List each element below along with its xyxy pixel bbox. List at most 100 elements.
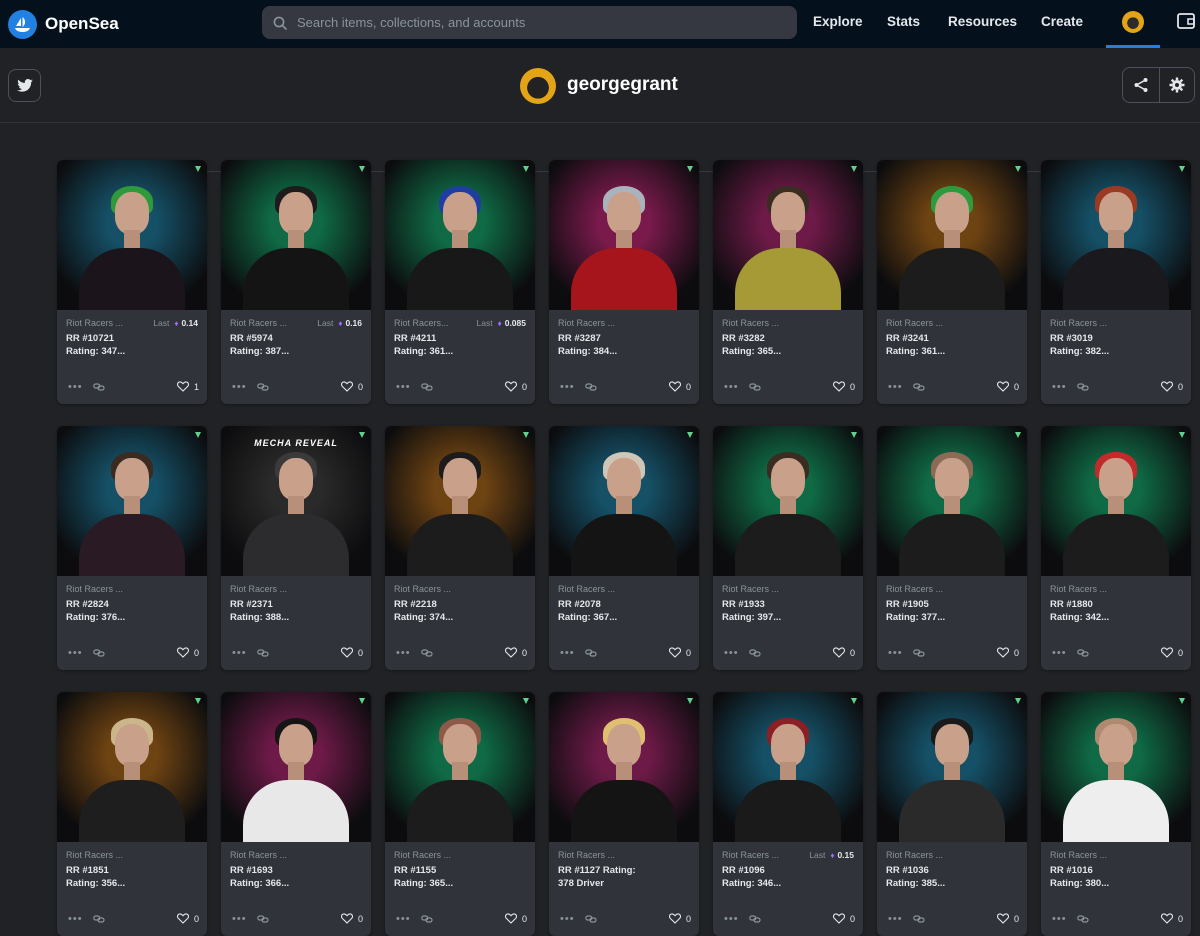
- favorite-button[interactable]: 0: [340, 913, 363, 924]
- favorite-button[interactable]: 0: [668, 381, 691, 392]
- favorite-button[interactable]: 0: [1160, 913, 1183, 924]
- nft-card[interactable]: Riot Racers ... RR #1036 Rating: 385... …: [877, 692, 1027, 936]
- wallet-icon[interactable]: [1176, 11, 1196, 31]
- nft-image[interactable]: [549, 692, 699, 842]
- favorite-button[interactable]: 0: [832, 647, 855, 658]
- nft-image[interactable]: [713, 426, 863, 576]
- more-options-icon[interactable]: •••: [68, 647, 83, 659]
- collection-name[interactable]: Riot Racers ...: [558, 584, 690, 596]
- link-icon[interactable]: [420, 648, 433, 658]
- collection-name[interactable]: Riot Racers ...: [886, 584, 1018, 596]
- link-icon[interactable]: [1076, 648, 1089, 658]
- collection-name[interactable]: Riot Racers ...: [1050, 584, 1182, 596]
- favorite-button[interactable]: 1: [176, 381, 199, 392]
- opensea-logo[interactable]: OpenSea: [8, 9, 119, 39]
- nft-image[interactable]: [1041, 692, 1191, 842]
- nft-card[interactable]: Riot Racers ... RR #2218 Rating: 374... …: [385, 426, 535, 670]
- nft-card[interactable]: Riot Racers ... RR #3282 Rating: 365... …: [713, 160, 863, 404]
- nft-card[interactable]: Riot Racers ... RR #1693 Rating: 366... …: [221, 692, 371, 936]
- more-options-icon[interactable]: •••: [1052, 381, 1067, 393]
- twitter-button[interactable]: [8, 69, 41, 102]
- collection-name[interactable]: Riot Racers ...: [66, 850, 198, 862]
- nav-create[interactable]: Create: [1041, 14, 1083, 29]
- link-icon[interactable]: [748, 382, 761, 392]
- link-icon[interactable]: [92, 648, 105, 658]
- collection-name[interactable]: Riot Racers ...: [722, 318, 854, 330]
- favorite-button[interactable]: 0: [340, 381, 363, 392]
- nft-card[interactable]: Riot Racers ... RR #1851 Rating: 356... …: [57, 692, 207, 936]
- more-options-icon[interactable]: •••: [1052, 647, 1067, 659]
- more-options-icon[interactable]: •••: [888, 913, 903, 925]
- more-options-icon[interactable]: •••: [888, 647, 903, 659]
- nft-card[interactable]: Riot Racers ... RR #1096 Rating: 346... …: [713, 692, 863, 936]
- link-icon[interactable]: [92, 382, 105, 392]
- share-button[interactable]: [1123, 68, 1159, 102]
- account-avatar[interactable]: [1122, 11, 1144, 33]
- collection-name[interactable]: Riot Racers ...: [230, 584, 362, 596]
- nft-image[interactable]: [57, 692, 207, 842]
- more-options-icon[interactable]: •••: [396, 647, 411, 659]
- link-icon[interactable]: [912, 648, 925, 658]
- favorite-button[interactable]: 0: [668, 647, 691, 658]
- link-icon[interactable]: [256, 648, 269, 658]
- more-options-icon[interactable]: •••: [232, 381, 247, 393]
- more-options-icon[interactable]: •••: [396, 381, 411, 393]
- nft-image[interactable]: [221, 692, 371, 842]
- nft-image[interactable]: [385, 692, 535, 842]
- nft-card[interactable]: Riot Racers ... RR #10721 Rating: 347...…: [57, 160, 207, 404]
- nav-resources[interactable]: Resources: [948, 14, 1017, 29]
- favorite-button[interactable]: 0: [832, 913, 855, 924]
- more-options-icon[interactable]: •••: [232, 913, 247, 925]
- more-options-icon[interactable]: •••: [560, 647, 575, 659]
- more-options-icon[interactable]: •••: [724, 381, 739, 393]
- nft-image[interactable]: [549, 426, 699, 576]
- favorite-button[interactable]: 0: [1160, 647, 1183, 658]
- collection-name[interactable]: Riot Racers ...: [394, 850, 526, 862]
- more-options-icon[interactable]: •••: [396, 913, 411, 925]
- more-options-icon[interactable]: •••: [1052, 913, 1067, 925]
- nft-image[interactable]: [221, 160, 371, 310]
- nft-image[interactable]: [877, 692, 1027, 842]
- favorite-button[interactable]: 0: [176, 913, 199, 924]
- collection-name[interactable]: Riot Racers ...: [886, 850, 1018, 862]
- favorite-button[interactable]: 0: [996, 647, 1019, 658]
- nft-card[interactable]: Riot Racers ... RR #5974 Rating: 387... …: [221, 160, 371, 404]
- link-icon[interactable]: [748, 648, 761, 658]
- favorite-button[interactable]: 0: [996, 381, 1019, 392]
- link-icon[interactable]: [748, 914, 761, 924]
- search-bar[interactable]: [262, 6, 797, 39]
- favorite-button[interactable]: 0: [832, 381, 855, 392]
- link-icon[interactable]: [912, 382, 925, 392]
- nft-image[interactable]: MECHA REVEAL: [221, 426, 371, 576]
- more-options-icon[interactable]: •••: [560, 913, 575, 925]
- nft-card[interactable]: Riot Racers... RR #4211 Rating: 361... L…: [385, 160, 535, 404]
- nav-stats[interactable]: Stats: [887, 14, 920, 29]
- link-icon[interactable]: [584, 382, 597, 392]
- collection-name[interactable]: Riot Racers ...: [66, 584, 198, 596]
- nft-card[interactable]: Riot Racers ... RR #1905 Rating: 377... …: [877, 426, 1027, 670]
- link-icon[interactable]: [420, 382, 433, 392]
- nft-card[interactable]: MECHA REVEAL Riot Racers ... RR #2371 Ra…: [221, 426, 371, 670]
- favorite-button[interactable]: 0: [668, 913, 691, 924]
- nft-card[interactable]: Riot Racers ... RR #1155 Rating: 365... …: [385, 692, 535, 936]
- link-icon[interactable]: [584, 914, 597, 924]
- nft-image[interactable]: [1041, 426, 1191, 576]
- collection-name[interactable]: Riot Racers ...: [1050, 850, 1182, 862]
- nft-card[interactable]: Riot Racers ... RR #1016 Rating: 380... …: [1041, 692, 1191, 936]
- nft-image[interactable]: [385, 426, 535, 576]
- favorite-button[interactable]: 0: [996, 913, 1019, 924]
- more-options-icon[interactable]: •••: [232, 647, 247, 659]
- nft-image[interactable]: [877, 426, 1027, 576]
- collection-name[interactable]: Riot Racers ...: [394, 584, 526, 596]
- more-options-icon[interactable]: •••: [68, 913, 83, 925]
- link-icon[interactable]: [256, 382, 269, 392]
- favorite-button[interactable]: 0: [504, 381, 527, 392]
- nft-card[interactable]: Riot Racers ... RR #3241 Rating: 361... …: [877, 160, 1027, 404]
- link-icon[interactable]: [92, 914, 105, 924]
- more-options-icon[interactable]: •••: [68, 381, 83, 393]
- link-icon[interactable]: [1076, 382, 1089, 392]
- nft-image[interactable]: [713, 692, 863, 842]
- collection-name[interactable]: Riot Racers ...: [230, 850, 362, 862]
- nft-image[interactable]: [549, 160, 699, 310]
- nft-card[interactable]: Riot Racers ... RR #2078 Rating: 367... …: [549, 426, 699, 670]
